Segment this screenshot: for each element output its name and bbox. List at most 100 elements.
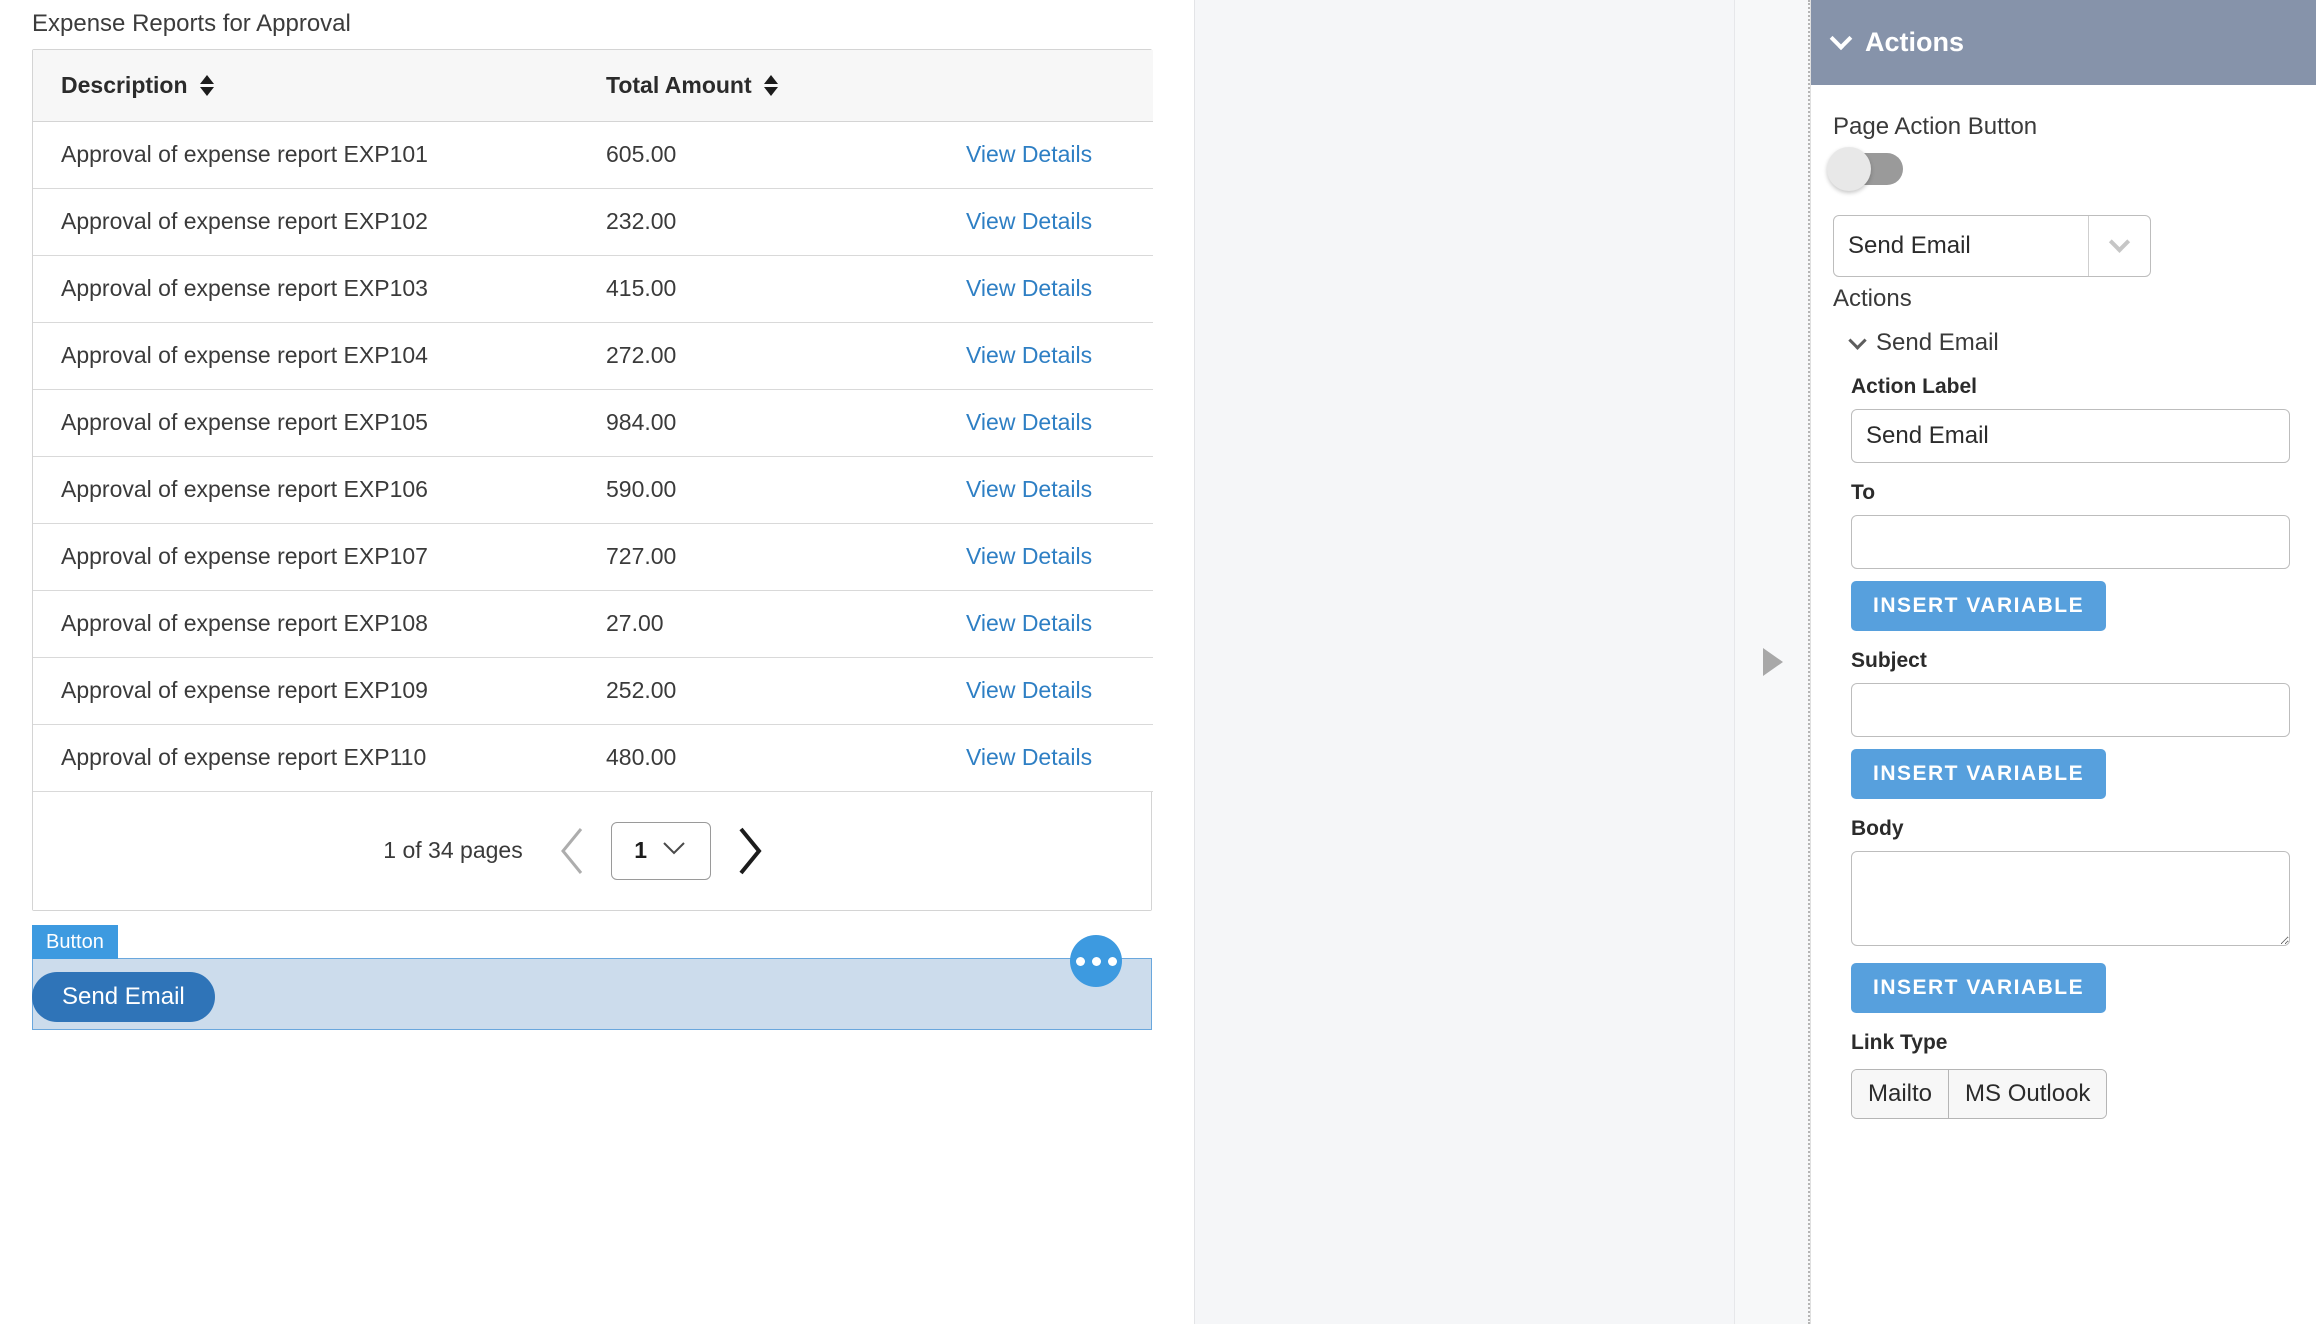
table-row: Approval of expense report EXP106 590.00 V… — [33, 456, 1153, 524]
insert-variable-body-button[interactable]: INSERT VARIABLE — [1851, 963, 2107, 1013]
view-details-link[interactable]: View Details — [966, 677, 1092, 703]
table-header-row: Description Total Amount — [33, 49, 1153, 122]
triangle-right-icon[interactable] — [1762, 648, 1783, 676]
page-action-button-label: Page Action Button — [1833, 113, 2038, 140]
page-number-select[interactable]: 1 — [610, 821, 711, 880]
canvas-area: Expense Reports for Approval Description — [0, 0, 1194, 1324]
link-type-option-mailto[interactable]: Mailto — [1852, 1070, 1949, 1118]
table-row: Approval of expense report EXP109 252.00 V… — [33, 657, 1153, 725]
table-row: Approval of expense report EXP105 984.00 V… — [33, 389, 1153, 457]
view-details-link[interactable]: View Details — [966, 476, 1092, 502]
cell-action: View Details — [938, 322, 1153, 390]
cell-action: View Details — [938, 255, 1153, 323]
cell-description: Approval of expense report EXP109 — [33, 657, 578, 725]
table-row: Approval of expense report EXP110 480.00 V… — [33, 724, 1153, 792]
chevron-right-icon[interactable] — [727, 824, 771, 878]
link-type-label: Link Type — [1851, 1031, 1948, 1054]
link-type-segmented-control: Mailto MS Outlook — [1851, 1069, 2108, 1119]
cell-description: Approval of expense report EXP101 — [33, 121, 578, 189]
insert-variable-subject-button[interactable]: INSERT VARIABLE — [1851, 749, 2107, 799]
body-label: Body — [1851, 817, 1904, 840]
sort-updown-icon[interactable] — [763, 74, 778, 96]
cell-description: Approval of expense report EXP102 — [33, 188, 578, 256]
cell-action: View Details — [938, 456, 1153, 524]
canvas-gutter — [1194, 0, 1810, 1324]
chevron-down-icon[interactable] — [1848, 330, 1867, 350]
chevron-down-icon[interactable] — [1829, 26, 1853, 50]
cell-total-amount: 252.00 — [578, 657, 938, 725]
action-type-select-value: Send Email — [1848, 232, 1971, 259]
link-type-option-ms-outlook[interactable]: MS Outlook — [1948, 1070, 2107, 1118]
send-email-button[interactable]: Send Email — [32, 972, 215, 1023]
cell-total-amount: 415.00 — [578, 255, 938, 323]
pagination: 1 of 34 pages 1 — [33, 791, 1151, 910]
cell-description: Approval of expense report EXP105 — [33, 389, 578, 457]
ellipsis-icon[interactable] — [1070, 935, 1122, 987]
link-type-field-block: Link Type Mailto MS Outlook — [1851, 1031, 2290, 1119]
sort-updown-icon[interactable] — [199, 74, 214, 96]
cell-description: Approval of expense report EXP104 — [33, 322, 578, 390]
action-label-label: Action Label — [1851, 375, 1978, 398]
cell-total-amount: 590.00 — [578, 456, 938, 524]
cell-description: Approval of expense report EXP103 — [33, 255, 578, 323]
cell-action: View Details — [938, 523, 1153, 591]
cell-total-amount: 605.00 — [578, 121, 938, 189]
view-details-link[interactable]: View Details — [966, 208, 1092, 234]
page-action-button-toggle[interactable] — [1827, 147, 1903, 191]
action-label-field-block: Action Label — [1851, 375, 2290, 463]
subject-input[interactable] — [1851, 683, 2290, 737]
cell-description: Approval of expense report EXP107 — [33, 523, 578, 591]
view-details-link[interactable]: View Details — [966, 141, 1092, 167]
chevron-down-icon[interactable] — [2088, 216, 2150, 276]
body-field-block: Body INSERT VARIABLE — [1851, 817, 2290, 1013]
table-row: Approval of expense report EXP108 27.00 Vi… — [33, 590, 1153, 658]
column-header-total-amount[interactable]: Total Amount — [578, 49, 938, 122]
column-header-actions — [938, 49, 1153, 122]
page-number-value: 1 — [634, 837, 648, 864]
table-body: Approval of expense report EXP101 605.00 V… — [33, 121, 1153, 792]
view-details-link[interactable]: View Details — [966, 275, 1092, 301]
widget-type-badge: Button — [32, 925, 118, 959]
page-title: Expense Reports for Approval — [32, 10, 351, 37]
actions-panel-header[interactable]: Actions — [1811, 0, 2316, 85]
action-type-select[interactable]: Send Email — [1833, 215, 2151, 277]
toggle-knob — [1827, 147, 1871, 191]
cell-total-amount: 27.00 — [578, 590, 938, 658]
view-details-link[interactable]: View Details — [966, 342, 1092, 368]
cell-action: View Details — [938, 590, 1153, 658]
chevron-down-icon — [661, 840, 687, 861]
insert-variable-to-button[interactable]: INSERT VARIABLE — [1851, 581, 2107, 631]
table-row: Approval of expense report EXP102 232.00 V… — [33, 188, 1153, 256]
send-email-group-header[interactable]: Send Email — [1848, 329, 2294, 357]
body-textarea[interactable] — [1851, 851, 2290, 946]
cell-action: View Details — [938, 657, 1153, 725]
cell-description: Approval of expense report EXP110 — [33, 724, 578, 792]
properties-panel: Actions Page Action Button Send Email Ac… — [1810, 0, 2316, 1324]
view-details-link[interactable]: View Details — [966, 744, 1092, 770]
cell-action: View Details — [938, 724, 1153, 792]
view-details-link[interactable]: View Details — [966, 543, 1092, 569]
table-row: Approval of expense report EXP107 727.00 V… — [33, 523, 1153, 591]
column-header-description[interactable]: Description — [33, 49, 578, 122]
to-label: To — [1851, 481, 1876, 504]
view-details-link[interactable]: View Details — [966, 409, 1092, 435]
cell-description: Approval of expense report EXP108 — [33, 590, 578, 658]
cell-total-amount: 232.00 — [578, 188, 938, 256]
action-label-input[interactable] — [1851, 409, 2290, 463]
cell-action: View Details — [938, 188, 1153, 256]
expense-reports-table: Description Total Amount Approval of exp… — [32, 48, 1153, 911]
cell-total-amount: 727.00 — [578, 523, 938, 591]
cell-total-amount: 272.00 — [578, 322, 938, 390]
cell-action: View Details — [938, 121, 1153, 189]
chevron-left-icon[interactable] — [551, 824, 595, 878]
panel-expand-strip[interactable] — [1734, 0, 1810, 1324]
cell-total-amount: 480.00 — [578, 724, 938, 792]
to-input[interactable] — [1851, 515, 2290, 569]
properties-panel-body: Page Action Button Send Email Actions Se… — [1811, 113, 2316, 1119]
table-row: Approval of expense report EXP104 272.00 V… — [33, 322, 1153, 390]
actions-caption: Actions — [1833, 285, 1912, 312]
column-header-description-label: Description — [61, 71, 188, 98]
actions-panel-title: Actions — [1865, 27, 1965, 57]
column-header-total-amount-label: Total Amount — [606, 71, 752, 98]
view-details-link[interactable]: View Details — [966, 610, 1092, 636]
